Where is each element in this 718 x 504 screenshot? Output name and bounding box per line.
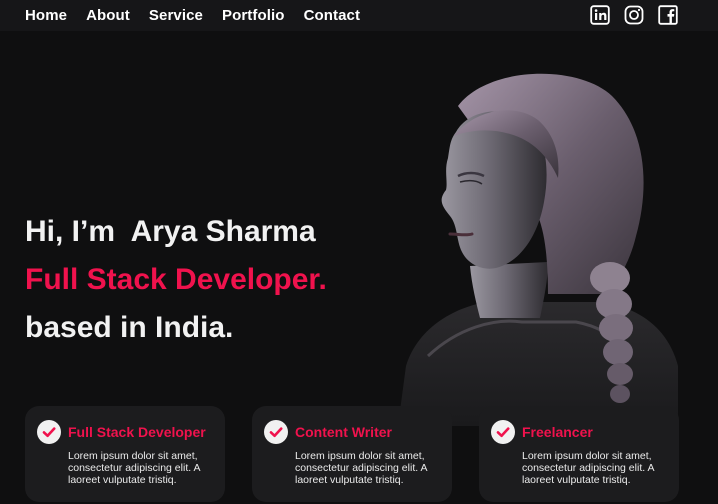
nav-link-home[interactable]: Home xyxy=(25,7,67,24)
nav-link-service[interactable]: Service xyxy=(149,7,203,24)
card-description: Lorem ipsum dolor sit amet, consectetur … xyxy=(68,450,200,486)
social-links xyxy=(576,5,678,25)
card-title: Content Writer xyxy=(295,424,392,440)
facebook-icon[interactable] xyxy=(658,5,678,25)
instagram-icon[interactable] xyxy=(624,5,644,25)
card-title: Full Stack Developer xyxy=(68,424,206,440)
check-icon xyxy=(37,420,61,444)
card-description: Lorem ipsum dolor sit amet, consectetur … xyxy=(522,450,654,486)
card-description: Lorem ipsum dolor sit amet, consectetur … xyxy=(295,450,427,486)
top-nav: Home About Service Portfolio Contact xyxy=(0,0,718,31)
hero-role: Full Stack Developer. xyxy=(25,263,327,296)
service-card-content-writer: Content Writer Lorem ipsum dolor sit ame… xyxy=(252,406,452,502)
hero-section: Hi, I’m Arya Sharma Full Stack Developer… xyxy=(25,208,327,352)
service-card-freelancer: Freelancer Lorem ipsum dolor sit amet, c… xyxy=(479,406,679,502)
nav-link-contact[interactable]: Contact xyxy=(304,7,361,24)
check-icon xyxy=(264,420,288,444)
check-icon xyxy=(491,420,515,444)
nav-link-portfolio[interactable]: Portfolio xyxy=(222,7,285,24)
nav-links: Home About Service Portfolio Contact xyxy=(25,7,379,24)
profile-portrait xyxy=(398,66,678,426)
hero-greeting: Hi, I’m Arya Sharma xyxy=(25,215,316,248)
service-cards: Full Stack Developer Lorem ipsum dolor s… xyxy=(25,406,706,502)
service-card-full-stack: Full Stack Developer Lorem ipsum dolor s… xyxy=(25,406,225,502)
card-title: Freelancer xyxy=(522,424,593,440)
linkedin-icon[interactable] xyxy=(590,5,610,25)
hero-location: based in India. xyxy=(25,311,234,344)
nav-link-about[interactable]: About xyxy=(86,7,130,24)
